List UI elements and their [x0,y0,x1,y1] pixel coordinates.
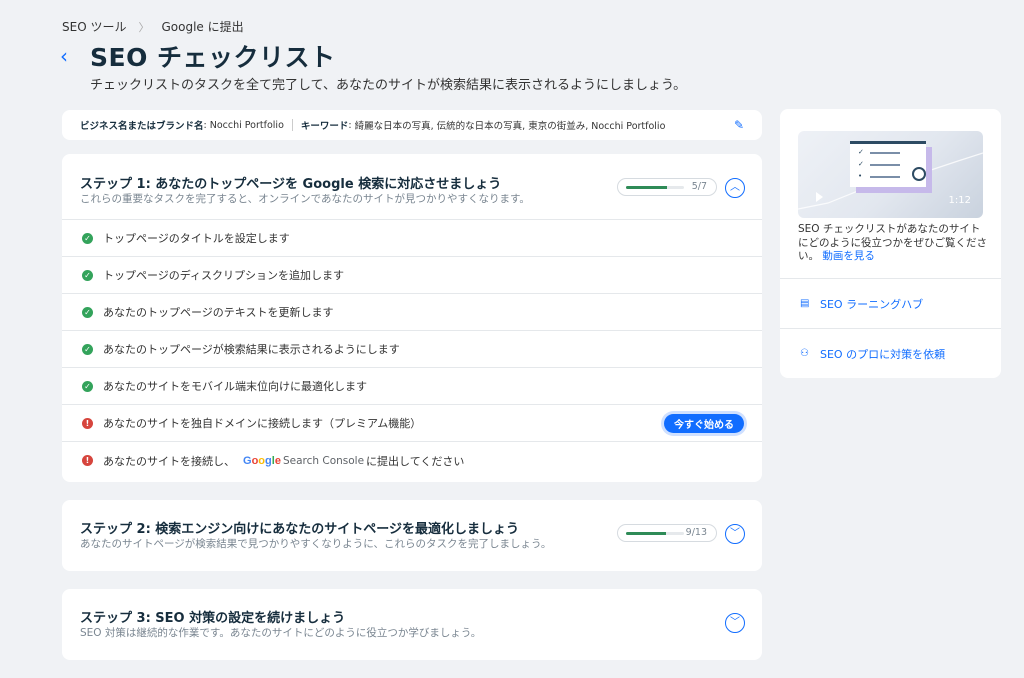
task-row[interactable]: ✓ あなたのトップページが検索結果に表示されるようにします [62,331,762,368]
task-row[interactable]: ✓ あなたのサイトをモバイル端末位向けに最適化します [62,368,762,405]
breadcrumb: SEO ツール 〉 Google に提出 [62,18,244,35]
expand-chevron-down-icon[interactable]: ﹀ [725,524,745,544]
watch-video-link[interactable]: 動画を見る [822,250,875,262]
progress-text: 5/7 [691,181,707,192]
check-circle-icon: ✓ [82,380,93,392]
progress-fill [626,532,667,535]
chevron-right-icon: 〉 [138,20,150,34]
step-1-task-list: ✓ トップページのタイトルを設定します ✓ トップページのディスクリプションを追… [62,220,762,479]
check-circle-icon: ✓ [82,232,93,244]
task-label: あなたのサイトを独自ドメインに接続します（プレミアム機能） [103,417,422,430]
book-icon: ▤ [800,298,810,309]
task-label: トップページのタイトルを設定します [103,232,290,245]
task-row[interactable]: ✓ あなたのトップページのテキストを更新します [62,294,762,331]
check-circle-icon: ✓ [82,306,93,318]
task-row[interactable]: ! あなたのサイトを接続し、 Google Search Console に提出… [62,442,762,479]
step-1-description: これらの重要なタスクを完了すると、オンラインであなたのサイトが見つかりやすくなり… [80,193,530,205]
step-1-header[interactable]: ステップ 1: あなたのトップページを Google 検索に対応させましょう こ… [62,154,762,220]
hire-expert-link[interactable]: ⚇ SEO のプロに対策を依頼 [780,328,1001,378]
task-label: トップページのディスクリプションを追加します [103,269,345,282]
progress-text: 9/13 [685,527,707,538]
people-icon: ⚇ [800,348,809,359]
step-3-description: SEO 対策は継続的な作業です。あなたのサイトにどのように役立つか学びましょう。 [80,627,482,639]
keyword-value: 綺麗な日本の写真, 伝統的な日本の写真, 東京の街並み, Nocchi Port… [354,121,666,132]
step-3-card[interactable]: ステップ 3: SEO 対策の設定を続けましょう SEO 対策は継続的な作業です… [62,589,762,660]
step-1-card: ステップ 1: あなたのトップページを Google 検索に対応させましょう こ… [62,154,762,482]
alert-circle-icon: ! [82,417,93,429]
back-button[interactable]: ‹ [60,46,76,66]
check-circle-icon: ✓ [82,269,93,281]
step-1-progress: 5/7 [617,178,717,196]
step-2-progress: 9/13 [617,524,717,542]
step-3-title: ステップ 3: SEO 対策の設定を続けましょう [80,611,346,626]
page-subtitle: チェックリストのタスクを全て完了して、あなたのサイトが検索結果に表示されるように… [90,78,687,93]
learning-hub-label: SEO ラーニングハブ [820,297,924,311]
brand-value: Nocchi Portfolio [209,119,284,131]
task-row[interactable]: ! あなたのサイトを独自ドメインに接続します（プレミアム機能） 今すぐ始める [62,405,762,442]
play-icon [816,192,823,202]
breadcrumb-item-submit-google: Google に提出 [161,20,244,34]
keyword-label: キーワード [300,121,349,132]
task-row[interactable]: ✓ トップページのタイトルを設定します [62,220,762,257]
task-label: あなたのサイトをモバイル端末位向けに最適化します [103,380,367,393]
hire-expert-label: SEO のプロに対策を依頼 [820,347,946,361]
step-1-title: ステップ 1: あなたのトップページを Google 検索に対応させましょう [80,177,502,192]
brand-keywords-bar: ビジネス名またはブランド名: Nocchi Portfolio キーワード: 綺… [62,110,762,140]
step-2-card[interactable]: ステップ 2: 検索エンジン向けにあなたのサイトページを最適化しましょう あなた… [62,500,762,571]
video-thumbnail[interactable]: ✓ ✓ • 1:12 [798,131,983,218]
start-now-button[interactable]: 今すぐ始める [664,414,744,433]
task-label: あなたのトップページが検索結果に表示されるようにします [103,343,400,356]
edit-pencil-icon[interactable]: ✎ [734,118,744,132]
help-sidebar: ✓ ✓ • 1:12 SEO チェックリストがあなたのサイトにどのように役立つか… [780,109,1001,378]
task-label-before: あなたのサイトを接続し、 [103,454,235,468]
google-logo: Google [243,454,281,467]
progress-fill [626,186,668,189]
video-duration: 1:12 [948,195,971,206]
divider [291,119,293,131]
alert-circle-icon: ! [82,455,93,466]
task-row[interactable]: ✓ トップページのディスクリプションを追加します [62,257,762,294]
expand-chevron-down-icon[interactable]: ﹀ [725,613,745,633]
step-2-title: ステップ 2: 検索エンジン向けにあなたのサイトページを最適化しましょう [80,522,520,537]
magnifier-icon [912,167,926,181]
task-label: あなたのトップページのテキストを更新します [103,306,334,319]
video-description: SEO チェックリストがあなたのサイトにどのように役立つかをぜひご覧ください。 … [798,223,988,264]
step-2-description: あなたのサイトページが検索結果で見つかりやすくなりように、これらのタスクを完了し… [80,538,552,550]
task-label-after: に提出してください [366,454,465,468]
collapse-chevron-up-icon[interactable]: ︿ [725,178,745,198]
check-circle-icon: ✓ [82,343,93,355]
brand-label: ビジネス名またはブランド名 [80,121,204,132]
breadcrumb-item-seo-tools[interactable]: SEO ツール [62,18,126,35]
learning-hub-link[interactable]: ▤ SEO ラーニングハブ [780,278,1001,328]
page-title: SEO チェックリスト [90,43,336,72]
search-console-text: Search Console [282,454,365,467]
